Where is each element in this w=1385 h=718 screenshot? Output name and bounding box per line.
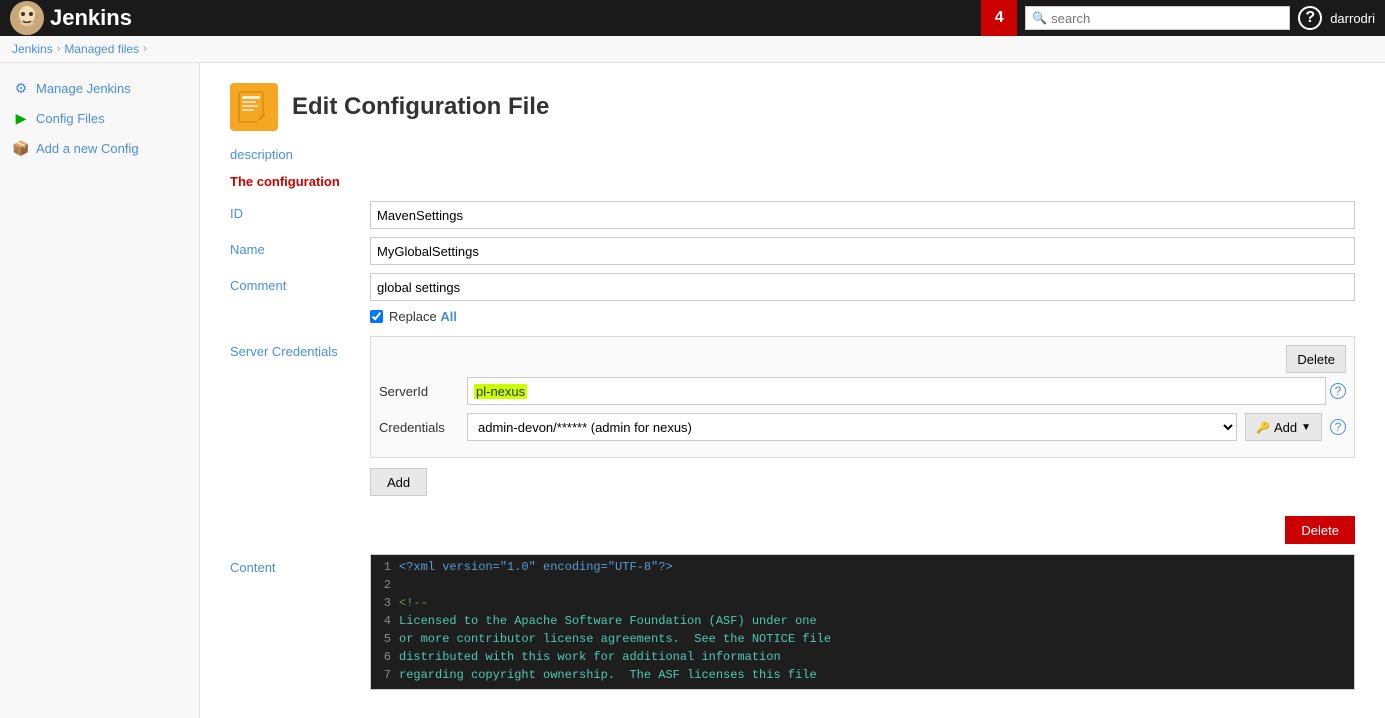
code-line-6: 6 distributed with this work for additio… bbox=[371, 649, 1354, 667]
section-title: The configuration bbox=[230, 174, 1355, 189]
description-link[interactable]: description bbox=[230, 147, 1355, 162]
app-header: Jenkins 4 🔍 ? darrodri bbox=[0, 0, 1385, 36]
delete-section-row: Delete bbox=[379, 345, 1346, 373]
page-icon bbox=[230, 83, 278, 131]
id-label: ID bbox=[230, 201, 370, 221]
gear-icon: ⚙ bbox=[12, 79, 30, 97]
credentials-row: Credentials admin-devon/****** (admin fo… bbox=[379, 413, 1346, 441]
jenkins-title: Jenkins bbox=[50, 5, 132, 31]
id-input[interactable] bbox=[370, 201, 1355, 229]
delete-main-button[interactable]: Delete bbox=[1285, 516, 1355, 544]
main-content: Edit Configuration File description The … bbox=[200, 63, 1385, 718]
content-label: Content bbox=[230, 554, 370, 575]
server-id-row: ServerId pl-nexus ? bbox=[379, 377, 1346, 405]
server-id-value: pl-nexus bbox=[474, 384, 527, 399]
code-editor[interactable]: 1 <?xml version="1.0" encoding="UTF-8"?>… bbox=[370, 554, 1355, 690]
username[interactable]: darrodri bbox=[1330, 11, 1375, 26]
package-icon: 📦 bbox=[12, 139, 30, 157]
name-input[interactable] bbox=[370, 237, 1355, 265]
server-id-help-icon[interactable]: ? bbox=[1330, 383, 1346, 399]
replace-all-row: Replace All bbox=[370, 309, 1355, 324]
arrow-icon: ▶ bbox=[12, 109, 30, 127]
breadcrumb-sep-2: › bbox=[143, 43, 147, 55]
code-line-2: 2 bbox=[371, 577, 1354, 595]
credentials-help-icon[interactable]: ? bbox=[1330, 419, 1346, 435]
replace-all-checkbox[interactable] bbox=[370, 310, 383, 323]
form-row-name: Name bbox=[230, 237, 1355, 265]
code-line-3: 3 <!-- bbox=[371, 595, 1354, 613]
replace-all-label: Replace All bbox=[389, 309, 457, 324]
add-credential-button[interactable]: 🔑 Add ▼ bbox=[1245, 413, 1322, 441]
jenkins-logo[interactable]: Jenkins bbox=[10, 1, 132, 35]
name-label: Name bbox=[230, 237, 370, 257]
server-credentials-section: Server Credentials Delete ServerId pl-ne… bbox=[230, 336, 1355, 458]
sidebar-item-add-config[interactable]: 📦 Add a new Config bbox=[0, 133, 199, 163]
code-line-5: 5 or more contributor license agreements… bbox=[371, 631, 1354, 649]
notification-badge[interactable]: 4 bbox=[981, 0, 1017, 36]
comment-field bbox=[370, 273, 1355, 301]
sidebar: ⚙ Manage Jenkins ▶ Config Files 📦 Add a … bbox=[0, 63, 200, 718]
code-line-4: 4 Licensed to the Apache Software Founda… bbox=[371, 613, 1354, 631]
comment-input[interactable] bbox=[370, 273, 1355, 301]
code-line-1: 1 <?xml version="1.0" encoding="UTF-8"?> bbox=[371, 559, 1354, 577]
content-section: Content 1 <?xml version="1.0" encoding="… bbox=[230, 554, 1355, 690]
form-row-id: ID bbox=[230, 201, 1355, 229]
sidebar-label-add-config: Add a new Config bbox=[36, 141, 139, 156]
add-button-row: Add bbox=[370, 468, 1355, 506]
breadcrumb: Jenkins › Managed files › bbox=[0, 36, 1385, 63]
credentials-select[interactable]: admin-devon/****** (admin for nexus) bbox=[467, 413, 1237, 441]
name-field bbox=[370, 237, 1355, 265]
id-field bbox=[370, 201, 1355, 229]
server-id-label: ServerId bbox=[379, 384, 459, 399]
breadcrumb-managed-files[interactable]: Managed files bbox=[64, 42, 139, 56]
jenkins-avatar bbox=[10, 1, 44, 35]
page-header: Edit Configuration File bbox=[230, 83, 1355, 131]
comment-label: Comment bbox=[230, 273, 370, 293]
search-box: 🔍 bbox=[1025, 6, 1290, 30]
help-icon[interactable]: ? bbox=[1298, 6, 1322, 30]
main-layout: ⚙ Manage Jenkins ▶ Config Files 📦 Add a … bbox=[0, 63, 1385, 718]
add-button[interactable]: Add bbox=[370, 468, 427, 496]
page-title: Edit Configuration File bbox=[292, 93, 549, 121]
server-credentials-fields: Delete ServerId pl-nexus ? Credentials bbox=[370, 336, 1355, 458]
breadcrumb-jenkins[interactable]: Jenkins bbox=[12, 42, 53, 56]
search-input[interactable] bbox=[1051, 11, 1283, 26]
sidebar-item-manage-jenkins[interactable]: ⚙ Manage Jenkins bbox=[0, 73, 199, 103]
sidebar-label-config-files: Config Files bbox=[36, 111, 105, 126]
delete-main-row: Delete bbox=[230, 516, 1355, 544]
code-line-7: 7 regarding copyright ownership. The ASF… bbox=[371, 667, 1354, 685]
credentials-label: Credentials bbox=[379, 420, 459, 435]
search-icon: 🔍 bbox=[1032, 11, 1047, 25]
server-credentials-label: Server Credentials bbox=[230, 336, 370, 359]
form-row-comment: Comment bbox=[230, 273, 1355, 301]
breadcrumb-sep-1: › bbox=[57, 43, 61, 55]
sidebar-item-config-files[interactable]: ▶ Config Files bbox=[0, 103, 199, 133]
delete-credentials-button[interactable]: Delete bbox=[1286, 345, 1346, 373]
sidebar-label-manage-jenkins: Manage Jenkins bbox=[36, 81, 131, 96]
